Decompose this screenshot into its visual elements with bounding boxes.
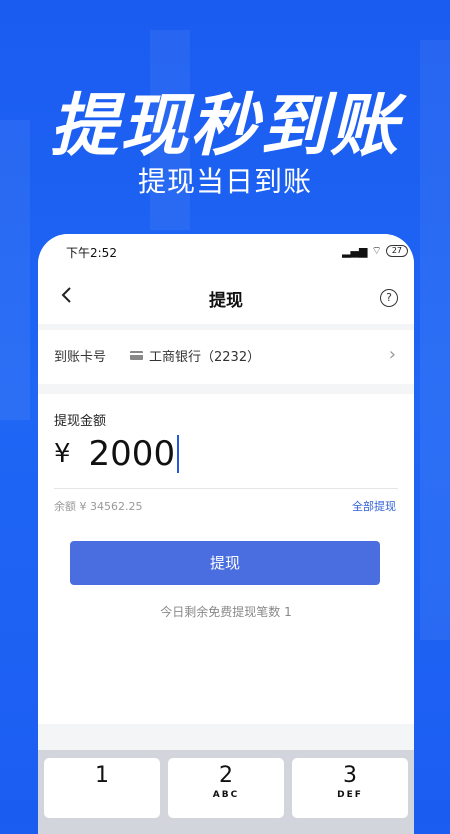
currency-symbol: ¥ bbox=[54, 439, 71, 469]
status-icons: ▂▄▆ ⌔ 27 bbox=[342, 244, 408, 258]
amount-label: 提现金额 bbox=[54, 414, 107, 429]
numeric-keyboard: 1 2 ABC 3 DEF bbox=[38, 750, 414, 834]
navbar: 提现 ? bbox=[38, 270, 414, 324]
hero-title: 提现秒到账 bbox=[49, 87, 400, 166]
signal-icon: ▂▄▆ bbox=[342, 244, 368, 258]
phone-frame: 下午2:52 ▂▄▆ ⌔ 27 提现 ? 到账卡号 工商银行（2232） › 提… bbox=[38, 234, 414, 834]
balance-text: 余额 ¥ 34562.25 bbox=[54, 500, 143, 513]
bank-card-icon bbox=[130, 351, 143, 360]
key-1[interactable]: 1 bbox=[44, 758, 160, 818]
amount-value: 2000 bbox=[88, 434, 176, 474]
free-withdraw-note: 今日剩余免费提现笔数 1 bbox=[160, 605, 292, 619]
card-selector[interactable]: 到账卡号 工商银行（2232） › bbox=[38, 330, 414, 384]
text-cursor bbox=[177, 435, 180, 473]
bank-name: 工商银行（2232） bbox=[149, 350, 261, 365]
page-title: 提现 bbox=[209, 291, 243, 311]
amount-section: 提现金额 ¥ 2000 余额 ¥ 34562.25 全部提现 提现 今日剩余免费… bbox=[38, 394, 414, 724]
battery-icon: 27 bbox=[385, 245, 408, 257]
wifi-icon: ⌔ bbox=[371, 244, 382, 257]
chevron-right-icon: › bbox=[388, 344, 396, 365]
withdraw-all-link[interactable]: 全部提现 bbox=[352, 498, 396, 514]
withdraw-button[interactable]: 提现 bbox=[70, 541, 380, 585]
amount-input[interactable]: ¥ 2000 bbox=[54, 434, 180, 474]
status-time: 下午2:52 bbox=[66, 246, 117, 260]
card-label: 到账卡号 bbox=[54, 350, 107, 365]
hero-subtitle: 提现当日到账 bbox=[137, 165, 312, 198]
card-bank: 工商银行（2232） bbox=[130, 346, 260, 365]
divider bbox=[54, 488, 398, 489]
key-2[interactable]: 2 ABC bbox=[168, 758, 284, 818]
key-3[interactable]: 3 DEF bbox=[292, 758, 408, 818]
status-bar: 下午2:52 ▂▄▆ ⌔ 27 bbox=[38, 234, 414, 270]
help-icon[interactable]: ? bbox=[380, 289, 398, 307]
